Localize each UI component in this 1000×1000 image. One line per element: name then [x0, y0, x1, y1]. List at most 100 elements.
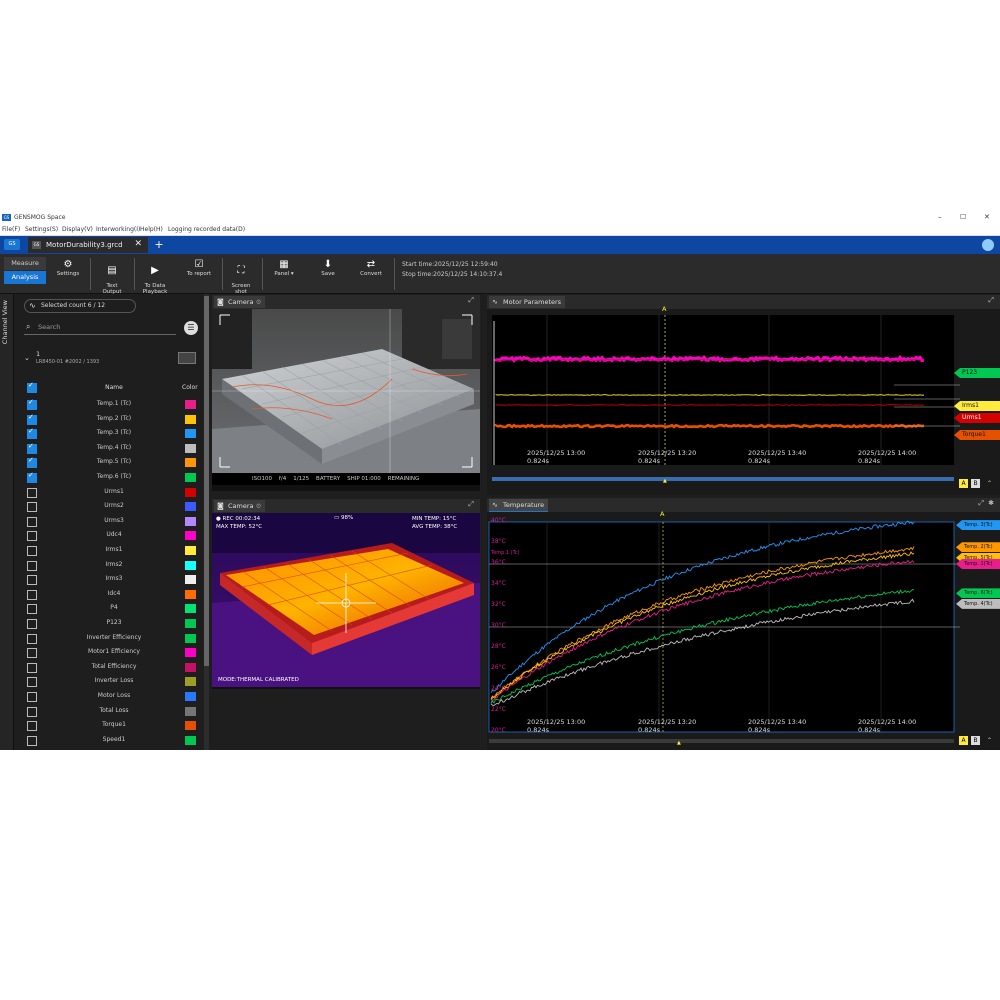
motor-channel-tag[interactable]: Urms1 [954, 413, 1000, 423]
channel-color-swatch[interactable] [185, 575, 196, 585]
channel-color-swatch[interactable] [185, 429, 196, 439]
chevron-down-icon[interactable]: ⌄ [24, 354, 30, 362]
panel-button[interactable]: ▦ Panel ▾ [268, 258, 300, 277]
menu-logging[interactable]: Logging recorded data(D) [168, 226, 245, 233]
camera-tab[interactable]: ◙ Camera ⚙ [214, 296, 266, 308]
menu-interworking[interactable]: Interworking(I) [96, 226, 140, 233]
gear-icon[interactable]: ⚙ [256, 298, 262, 306]
temp-channel-tag[interactable]: Temp. 2(Tc) [956, 542, 1000, 553]
channel-color-swatch[interactable] [185, 648, 196, 658]
channel-color-swatch[interactable] [185, 692, 196, 701]
channel-row[interactable]: Irms2 [24, 558, 202, 573]
collapse-icon[interactable]: ⌃ [985, 736, 994, 745]
channel-row[interactable]: Total Loss [24, 704, 202, 719]
gear-icon[interactable]: ⚙ [256, 502, 262, 510]
text-output-button[interactable]: ▤ Text Output [96, 258, 128, 295]
collapse-icon[interactable]: ⌃ [985, 479, 994, 488]
temp-channel-tag[interactable]: Temp. 6(Tc) [956, 588, 1000, 599]
select-all-checkbox[interactable] [27, 381, 37, 393]
temp-channel-tag[interactable]: Temp. 4(Tc) [956, 598, 1000, 609]
camera-tab[interactable]: ◙ Camera ⚙ [214, 500, 266, 512]
channel-checkbox[interactable] [27, 633, 37, 644]
minimize-button[interactable]: – [938, 213, 942, 221]
expand-icon[interactable]: ⤢ [468, 296, 474, 305]
channel-checkbox[interactable] [27, 442, 37, 454]
channel-color-swatch[interactable] [185, 735, 196, 745]
channel-checkbox[interactable] [27, 456, 37, 469]
document-tab[interactable]: GS MotorDurability3.grcd ✕ [28, 237, 148, 253]
channel-color-swatch[interactable] [185, 662, 196, 672]
channel-row[interactable]: Temp.3 (Tc) [24, 426, 202, 441]
channel-row[interactable]: Motor Loss [24, 689, 202, 704]
channel-checkbox[interactable] [27, 546, 37, 556]
channel-row[interactable]: Urms2 [24, 499, 202, 514]
channel-checkbox[interactable] [27, 706, 37, 717]
channel-view-strip[interactable]: Channel View [0, 294, 14, 750]
channel-color-swatch[interactable] [185, 414, 196, 424]
channel-color-swatch[interactable] [185, 516, 196, 526]
channel-row[interactable]: Temp.6 (Tc) [24, 470, 202, 485]
channel-checkbox[interactable] [27, 575, 37, 586]
channel-color-swatch[interactable] [185, 604, 196, 614]
channel-checkbox[interactable] [27, 516, 37, 527]
channel-color-swatch[interactable] [185, 473, 196, 482]
channel-row[interactable]: P123 [24, 616, 202, 631]
measure-mode-button[interactable]: Measure [4, 257, 46, 270]
temp-channel-tag[interactable]: Temp. 3(Tc) [956, 520, 1000, 531]
close-tab-icon[interactable]: ✕ [134, 239, 142, 249]
channel-color-swatch[interactable] [185, 633, 196, 643]
close-window-button[interactable]: ✕ [984, 213, 990, 221]
channel-color-swatch[interactable] [185, 546, 196, 555]
motor-channel-tag[interactable]: Torque1 [954, 430, 1000, 440]
channel-color-swatch[interactable] [185, 706, 196, 716]
screenshot-button[interactable]: ⛶ Screen shot [226, 258, 256, 295]
channel-checkbox[interactable] [27, 427, 37, 440]
menu-file[interactable]: File(F) [2, 226, 20, 233]
scrollbar-thumb[interactable] [204, 296, 209, 666]
menu-settings[interactable]: Settings(S) [25, 226, 58, 233]
temp-channel-tag[interactable]: Temp. 1(Tc) [956, 559, 1000, 569]
channel-checkbox[interactable] [27, 413, 37, 425]
channel-color-swatch[interactable] [185, 560, 196, 570]
channel-color-swatch[interactable] [185, 531, 196, 541]
convert-button[interactable]: ⇄ Convert [354, 258, 388, 277]
channel-checkbox[interactable] [27, 589, 37, 600]
motor-parameters-tab[interactable]: ∿ Motor Parameters [489, 296, 566, 308]
analysis-mode-button[interactable]: Analysis [4, 271, 46, 284]
home-tab[interactable]: GS [4, 239, 20, 250]
settings-button[interactable]: ⚙ Settings [54, 258, 82, 277]
expand-icon[interactable]: ⤢ [978, 499, 984, 508]
channel-checkbox[interactable] [27, 531, 37, 542]
cursor-a-button[interactable]: A [959, 479, 968, 488]
channel-row[interactable]: Inverter Loss [24, 674, 202, 689]
channel-row[interactable]: Urms3 [24, 514, 202, 529]
maximize-button[interactable]: ☐ [960, 213, 966, 221]
channel-checkbox[interactable] [27, 502, 37, 513]
to-report-button[interactable]: ☑ To report [182, 258, 216, 277]
cursor-a-button[interactable]: A [959, 736, 968, 745]
channel-checkbox[interactable] [27, 648, 37, 659]
channel-checkbox[interactable] [27, 735, 37, 746]
search-input[interactable]: ⌕ Search [24, 319, 176, 335]
temperature-tab[interactable]: ∿ Temperature [489, 499, 549, 512]
add-tab-button[interactable]: + [152, 238, 166, 252]
cursor-b-button[interactable]: B [971, 736, 980, 745]
channel-checkbox[interactable] [27, 487, 37, 498]
channel-row[interactable]: P4 [24, 601, 202, 616]
channel-row[interactable]: Urms1 [24, 485, 202, 500]
channel-checkbox[interactable] [27, 471, 37, 483]
channel-row[interactable]: Udc4 [24, 528, 202, 543]
channel-color-swatch[interactable] [185, 458, 196, 468]
channel-row[interactable]: Torque1 [24, 718, 202, 733]
channel-row[interactable]: Temp.1 (Tc) [24, 397, 202, 412]
channel-color-swatch[interactable] [185, 589, 196, 599]
channel-color-swatch[interactable] [185, 619, 196, 628]
selected-count-pill[interactable]: ∿ Selected count 6 / 12 [24, 299, 136, 313]
user-avatar-icon[interactable] [982, 239, 994, 251]
channel-row[interactable]: Irms1 [24, 543, 202, 558]
gear-icon[interactable]: ✱ [988, 499, 994, 507]
channel-row[interactable]: Total Efficiency [24, 660, 202, 675]
channel-row[interactable]: Inverter Efficiency [24, 631, 202, 646]
channel-color-swatch[interactable] [185, 677, 196, 687]
device-row[interactable]: ⌄ 1 LR8450-01 #2002 / 1393 [24, 350, 202, 370]
